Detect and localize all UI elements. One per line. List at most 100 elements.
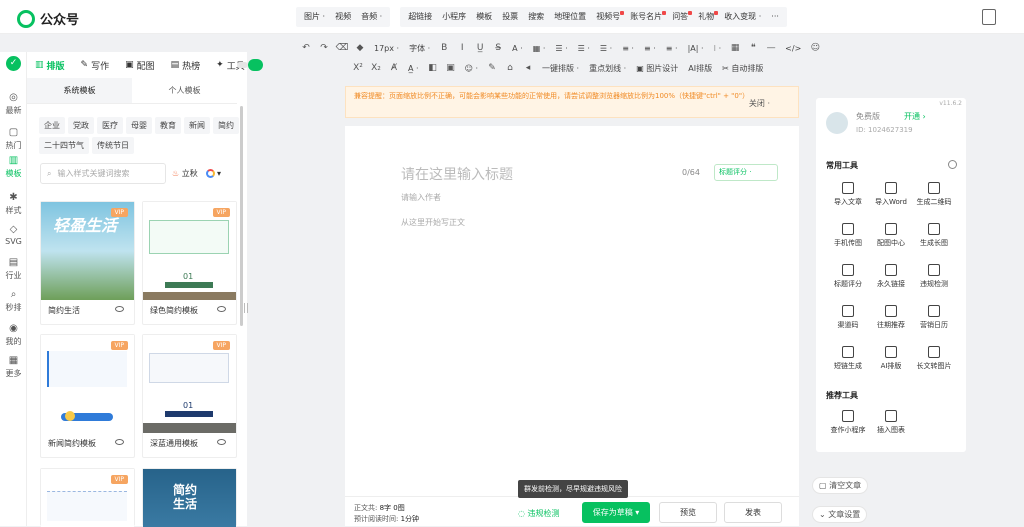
- tab-system-templates[interactable]: 系统模板: [27, 78, 132, 103]
- menu-item[interactable]: 礼物: [693, 7, 719, 27]
- toolbar-button[interactable]: ◧: [427, 62, 439, 74]
- toolbar-button[interactable]: X₂: [370, 62, 382, 74]
- category-chip[interactable]: 医疗: [97, 117, 123, 134]
- toolbar-button[interactable]: ≡ ·: [640, 44, 660, 53]
- toolbar-button[interactable]: U̲: [474, 42, 486, 54]
- save-draft-button[interactable]: 保存为草稿 ▾: [582, 502, 650, 523]
- tool-item[interactable]: 导入文章: [826, 182, 870, 207]
- tool-item[interactable]: 生成二维码: [912, 182, 956, 207]
- toolbar-button[interactable]: ↷: [318, 42, 330, 54]
- tool-item[interactable]: 生成长图: [912, 223, 956, 248]
- toolbar-button[interactable]: ▦: [729, 42, 741, 54]
- menu-item[interactable]: 地理位置: [549, 7, 591, 27]
- rail-item[interactable]: ▤ 行业: [0, 257, 27, 281]
- toolbar-button[interactable]: AI排版: [684, 63, 716, 74]
- toolbar-button[interactable]: ▣ 图片设计: [632, 63, 682, 74]
- toolbar-button[interactable]: ☺: [809, 42, 821, 54]
- menu-item[interactable]: 视频号: [591, 7, 625, 27]
- publish-button[interactable]: 发表: [724, 502, 782, 523]
- template-card[interactable]: VIP: [40, 468, 135, 527]
- template-card[interactable]: 轻盈生活 VIP 简约生活: [40, 201, 135, 325]
- category-chip[interactable]: 新闻: [184, 117, 210, 134]
- menu-item[interactable]: 模板: [471, 7, 497, 27]
- panel-tab[interactable]: ✎ 写作: [81, 59, 110, 72]
- author-input[interactable]: 请输入作者: [401, 192, 441, 203]
- toolbar-button[interactable]: 一键排版 ·: [538, 63, 583, 74]
- menu-item[interactable]: 投票: [497, 7, 523, 27]
- avatar[interactable]: [826, 112, 848, 134]
- tool-item[interactable]: 渠道码: [826, 305, 870, 330]
- upgrade-link[interactable]: 开通 ›: [904, 111, 926, 122]
- toolbar-button[interactable]: ≡ ·: [618, 44, 638, 53]
- category-chip[interactable]: 简约: [213, 117, 239, 134]
- toolbar-button[interactable]: I: [456, 42, 468, 54]
- category-chip[interactable]: 母婴: [126, 117, 152, 134]
- preview-eye-icon[interactable]: [217, 439, 226, 445]
- window-icon[interactable]: [982, 9, 996, 25]
- category-chip[interactable]: 企业: [39, 117, 65, 134]
- template-card[interactable]: 简约 生活: [142, 468, 237, 527]
- toolbar-button[interactable]: </>: [781, 44, 805, 53]
- menu-item[interactable]: 问答: [667, 7, 693, 27]
- toolbar-button[interactable]: B: [438, 42, 450, 54]
- tool-item[interactable]: 短链生成: [826, 346, 870, 371]
- panel-tab[interactable]: ▣ 配图: [125, 59, 155, 72]
- toolbar-button[interactable]: 字体 ·: [405, 43, 434, 54]
- tool-item[interactable]: 营销日历: [912, 305, 956, 330]
- tool-item[interactable]: 查作小程序: [826, 410, 870, 435]
- category-chip[interactable]: 教育: [155, 117, 181, 134]
- toolbar-button[interactable]: ✂ 自动排版: [718, 63, 767, 74]
- rail-item[interactable]: ◇ SVG: [0, 224, 27, 246]
- toolbar-button[interactable]: ☰ ·: [596, 44, 616, 53]
- toolbar-button[interactable]: S̶: [492, 42, 504, 54]
- toolbar-button[interactable]: ☰ ·: [551, 44, 571, 53]
- title-input[interactable]: 请在这里输入标题: [401, 164, 513, 184]
- toolbar-button[interactable]: ▦ ·: [529, 44, 550, 53]
- toolbar-button[interactable]: ≡ ·: [662, 44, 682, 53]
- tool-item[interactable]: 长文转图片: [912, 346, 956, 371]
- toolbar-button[interactable]: |A| ·: [684, 44, 708, 53]
- tool-item[interactable]: 往期推荐: [869, 305, 913, 330]
- rail-item[interactable]: ✓: [0, 56, 27, 71]
- toolbar-button[interactable]: 17px ·: [370, 44, 403, 53]
- app-logo[interactable]: 公众号: [17, 9, 79, 28]
- category-chip[interactable]: 二十四节气: [39, 137, 89, 154]
- toolbar-button[interactable]: ↶: [300, 42, 312, 54]
- toolbar-button[interactable]: ✎: [486, 62, 498, 74]
- chevron-down-icon[interactable]: ▾: [635, 508, 639, 517]
- rail-item[interactable]: ▥ 模板: [0, 155, 27, 179]
- toolbar-button[interactable]: —: [765, 42, 777, 54]
- toolbar-button[interactable]: ⁝ ·: [710, 44, 726, 53]
- tool-item[interactable]: 手机传图: [826, 223, 870, 248]
- tool-item[interactable]: 永久链接: [869, 264, 913, 289]
- body-input[interactable]: 从这里开始写正文: [401, 217, 465, 228]
- resize-handle[interactable]: [244, 303, 248, 313]
- rail-item[interactable]: ✱ 样式: [0, 192, 27, 216]
- panel-tab[interactable]: ▥ 排版: [35, 59, 65, 72]
- tool-item[interactable]: 配图中心: [869, 223, 913, 248]
- preview-eye-icon[interactable]: [115, 439, 124, 445]
- warning-close-button[interactable]: 关闭 ·: [749, 99, 770, 109]
- toolbar-button[interactable]: ▣: [445, 62, 457, 74]
- menu-item[interactable]: 搜索: [523, 7, 549, 27]
- toolbar-button[interactable]: Ⱥ: [388, 62, 400, 74]
- toolbar-button[interactable]: ◆: [354, 42, 366, 54]
- title-score-button[interactable]: 标题评分 ·: [714, 164, 778, 181]
- violation-check-button[interactable]: ◌ 违规检测: [518, 508, 560, 519]
- category-chip[interactable]: 党政: [68, 117, 94, 134]
- template-search[interactable]: ⌕ 输入样式关键词搜索: [40, 163, 166, 184]
- toolbar-button[interactable]: ◂: [522, 62, 534, 74]
- rail-item[interactable]: ◉ 我的: [0, 323, 27, 347]
- editor-area[interactable]: 请在这里输入标题 0/64 标题评分 · 请输入作者 从这里开始写正文: [345, 126, 799, 496]
- toolbar-button[interactable]: 重点划线 ·: [585, 63, 630, 74]
- preview-eye-icon[interactable]: [217, 306, 226, 312]
- menu-item[interactable]: ···: [766, 7, 784, 27]
- preview-button[interactable]: 预览: [659, 502, 717, 523]
- rail-item[interactable]: ◎ 最新: [0, 92, 27, 116]
- tool-item[interactable]: 标题评分: [826, 264, 870, 289]
- tool-item[interactable]: 违规检测: [912, 264, 956, 289]
- preview-eye-icon[interactable]: [115, 306, 124, 312]
- clear-article-button[interactable]: ▢ 清空文章: [812, 477, 869, 494]
- rail-item[interactable]: ▦ 更多: [0, 355, 27, 379]
- toolbar-button[interactable]: ❝: [747, 42, 759, 54]
